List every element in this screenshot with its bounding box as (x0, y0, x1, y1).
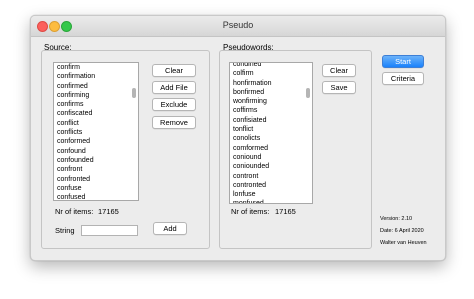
remove-button[interactable]: Remove (152, 116, 196, 129)
list-item[interactable]: monfused (230, 199, 312, 203)
exclude-button[interactable]: Exclude (152, 98, 196, 111)
list-item[interactable]: bonfirmed (230, 88, 312, 97)
list-item[interactable]: condined (230, 63, 312, 69)
title-bar: Pseudo (31, 16, 445, 37)
app-window: Pseudo Source: confirm confirmation confir… (30, 15, 446, 261)
list-item[interactable]: confronted (54, 175, 138, 184)
list-item[interactable]: confounded (54, 156, 138, 165)
add-file-button[interactable]: Add File (152, 81, 196, 94)
list-item[interactable]: confirmation (54, 72, 138, 81)
author-text: Walter van Heuven (380, 240, 427, 246)
list-item[interactable]: conformed (54, 137, 138, 146)
source-count-label: Nr of items: (55, 207, 94, 216)
pseudo-count-label: Nr of items: (231, 207, 270, 216)
list-item[interactable]: conolicts (230, 134, 312, 143)
list-item[interactable]: confirmed (54, 82, 138, 91)
source-clear-button[interactable]: Clear (152, 64, 196, 77)
source-count-value: 17165 (98, 207, 119, 216)
pseudowords-scroll-thumb[interactable] (306, 88, 310, 98)
list-item[interactable]: confused (54, 193, 138, 200)
list-item[interactable]: tonflict (230, 125, 312, 134)
criteria-button[interactable]: Criteria (382, 72, 424, 85)
list-item[interactable]: confiscated (54, 109, 138, 118)
source-list[interactable]: confirm confirmation confirmed confirming co… (53, 62, 139, 201)
window-title: Pseudo (222, 20, 254, 30)
start-button[interactable]: Start (382, 55, 424, 68)
add-string-button[interactable]: Add (153, 222, 187, 235)
source-scroll-thumb[interactable] (132, 88, 136, 98)
save-button[interactable]: Save (322, 81, 356, 94)
source-scrollbar[interactable] (131, 64, 137, 199)
list-item[interactable]: coffirms (230, 106, 312, 115)
list-item[interactable]: lonfuse (230, 190, 312, 199)
list-item[interactable]: contront (230, 172, 312, 181)
pseudowords-scrollbar[interactable] (305, 64, 311, 202)
list-item[interactable]: confuse (54, 184, 138, 193)
list-item[interactable]: conflicts (54, 128, 138, 137)
list-item[interactable]: coniound (230, 153, 312, 162)
list-item[interactable]: conflict (54, 119, 138, 128)
version-text: Version: 2.10 (380, 216, 413, 222)
list-item[interactable]: contronted (230, 181, 312, 190)
pseudo-clear-button[interactable]: Clear (322, 64, 356, 77)
string-label: String (55, 226, 75, 235)
list-item[interactable]: honfirmation (230, 79, 312, 88)
list-item[interactable]: confront (54, 165, 138, 174)
list-item[interactable]: colfirm (230, 69, 312, 78)
pseudo-items: condined colfirm honfirmation bonfirmed wonf… (230, 63, 312, 203)
list-item[interactable]: coniounded (230, 162, 312, 171)
list-item[interactable]: confound (54, 147, 138, 156)
list-item[interactable]: confirms (54, 100, 138, 109)
pseudo-count-value: 17165 (275, 207, 296, 216)
source-items: confirm confirmation confirmed confirming co… (54, 63, 138, 200)
list-item[interactable]: confirming (54, 91, 138, 100)
list-item[interactable]: comformed (230, 144, 312, 153)
list-item[interactable]: wonfirming (230, 97, 312, 106)
pseudowords-list[interactable]: condined colfirm honfirmation bonfirmed wonf… (229, 62, 313, 204)
list-item[interactable]: confirm (54, 63, 138, 72)
date-text: Date: 6 April 2020 (380, 228, 424, 234)
string-input[interactable] (81, 225, 138, 236)
list-item[interactable]: confisiated (230, 116, 312, 125)
